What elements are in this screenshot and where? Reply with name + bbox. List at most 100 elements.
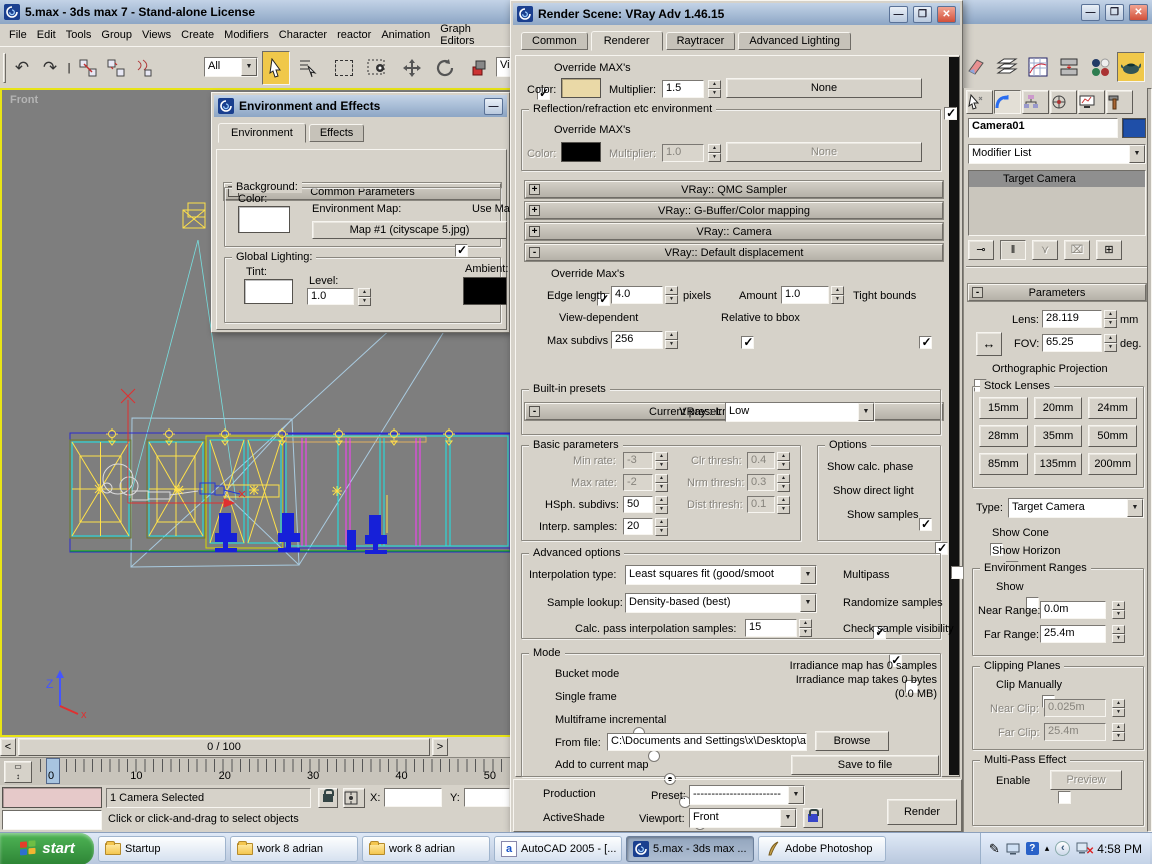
refl-multiplier-spinner[interactable]: ▲ ▼	[708, 144, 721, 162]
track-bar[interactable]: ▭ ↕ 0 10 20 30 40 50	[0, 757, 510, 785]
sample-lookup-dropdown[interactable]: Density-based (best) ▼	[625, 593, 817, 613]
stack-item-target-camera[interactable]: Target Camera	[969, 171, 1145, 187]
fov-direction-button[interactable]: ↔	[976, 332, 1002, 356]
tab-advanced-lighting[interactable]: Advanced Lighting	[738, 32, 851, 50]
multipass-enable-checkbox[interactable]	[1058, 791, 1072, 804]
window-crossing-icon[interactable]	[364, 53, 392, 83]
amount-spinner[interactable]: ▲ ▼	[831, 286, 844, 304]
tab-effects[interactable]: Effects	[308, 124, 365, 142]
prev-frame-button[interactable]: <	[0, 738, 16, 756]
mini-listener-white[interactable]	[2, 810, 102, 830]
tab-modify-icon[interactable]	[994, 90, 1021, 114]
absolute-mode-icon[interactable]	[343, 788, 365, 808]
skylight-color-swatch[interactable]	[561, 78, 601, 98]
parameters-rollout[interactable]: - Parameters	[968, 284, 1146, 301]
start-button[interactable]: start	[0, 832, 94, 864]
tray-help-icon[interactable]: ?	[1025, 842, 1039, 855]
current-preset-dropdown[interactable]: Low ▼	[725, 402, 875, 422]
task-photoshop[interactable]: Adobe Photoshop	[758, 835, 886, 862]
tab-environment[interactable]: Environment	[218, 123, 306, 143]
stock-lens-button[interactable]: 28mm	[979, 425, 1028, 447]
save-to-file-button[interactable]: Save to file	[791, 755, 939, 775]
tab-utilities-icon[interactable]	[1106, 90, 1133, 114]
tab-hierarchy-icon[interactable]	[1022, 90, 1049, 114]
nrm-thresh-field[interactable]: 0.3	[747, 474, 775, 491]
render-scene-icon[interactable]	[1117, 52, 1145, 82]
curve-editor-icon[interactable]	[1024, 52, 1052, 82]
relative-bbox-checkbox[interactable]	[919, 335, 933, 349]
interp-samples-field[interactable]: 20	[623, 518, 653, 535]
show-end-result-icon[interactable]: ‖	[1000, 240, 1026, 260]
render-button[interactable]: Render	[887, 799, 957, 825]
select-and-rotate-icon[interactable]	[432, 53, 460, 83]
make-unique-icon[interactable]: ⋎	[1032, 240, 1058, 260]
from-file-path-field[interactable]: C:\Documents and Settings\x\Desktop\adri…	[607, 733, 807, 751]
selection-filter-dropdown[interactable]: All ▼	[204, 57, 258, 77]
stock-lens-button[interactable]: 24mm	[1088, 397, 1137, 419]
tray-network-error-icon[interactable]: ✕	[1076, 842, 1094, 857]
menu-item[interactable]: Create	[176, 27, 219, 43]
rollout-header[interactable]: + VRay:: QMC Sampler	[525, 181, 943, 198]
close-button[interactable]: ✕	[1129, 3, 1148, 21]
tab-create-icon[interactable]	[966, 90, 993, 114]
rollout-header[interactable]: + VRay:: G-Buffer/Color mapping	[525, 202, 943, 219]
close-button[interactable]: ✕	[937, 5, 956, 23]
x-coordinate-field[interactable]	[384, 788, 442, 807]
far-range-field[interactable]: 25.4m	[1040, 625, 1106, 643]
minimize-button[interactable]: —	[889, 5, 908, 23]
task-3dsmax[interactable]: 5.max - 3ds max ...	[626, 835, 754, 862]
tab-renderer[interactable]: Renderer	[590, 31, 663, 51]
stock-lens-button[interactable]: 200mm	[1088, 453, 1137, 475]
clr-thresh-field[interactable]: 0.4	[747, 452, 775, 469]
tray-clock[interactable]: 4:58 PM	[1097, 842, 1142, 856]
task-startup[interactable]: Startup	[98, 835, 226, 862]
tab-raytracer[interactable]: Raytracer	[665, 32, 736, 50]
menu-item[interactable]: reactor	[332, 27, 376, 43]
rect-selection-region-icon[interactable]	[330, 53, 358, 83]
render-dialog-scrollbar[interactable]	[949, 57, 959, 775]
camera-type-dropdown[interactable]: Target Camera ▼	[1008, 498, 1144, 518]
edge-length-field[interactable]: 4.0	[611, 286, 663, 304]
stock-lens-button[interactable]: 20mm	[1033, 397, 1083, 419]
task-work8-adrian-2[interactable]: work 8 adrian	[362, 835, 490, 862]
multiplier-spinner[interactable]: ▲ ▼	[708, 80, 721, 98]
menu-item[interactable]: File	[4, 27, 32, 43]
restore-button[interactable]: ❐	[1105, 3, 1124, 21]
tray-display-icon[interactable]	[1006, 843, 1020, 855]
menu-item[interactable]: Animation	[376, 27, 435, 43]
calc-pass-field[interactable]: 15	[745, 619, 797, 637]
mirror-icon[interactable]	[962, 52, 990, 82]
viewport-lock-icon[interactable]	[803, 808, 823, 828]
layers-icon[interactable]	[993, 52, 1021, 82]
modifier-list-dropdown[interactable]: Modifier List ▼	[968, 144, 1146, 164]
tab-common[interactable]: Common	[521, 32, 588, 50]
level-spinner[interactable]: ▲ ▼	[358, 288, 371, 306]
y-coordinate-field[interactable]	[464, 788, 510, 807]
minimize-button[interactable]: —	[1081, 3, 1100, 21]
show-calc-phase-checkbox[interactable]	[919, 517, 932, 531]
refl-color-swatch[interactable]	[561, 142, 601, 162]
menu-item[interactable]: Character	[274, 27, 332, 43]
tray-pen-icon[interactable]: ✎	[989, 841, 1000, 857]
remove-modifier-icon[interactable]: ⌧	[1064, 240, 1090, 260]
tray-hidden-icons-chevron[interactable]: ‹	[1055, 841, 1071, 856]
schematic-view-icon[interactable]	[1055, 52, 1083, 82]
stock-lens-button[interactable]: 85mm	[979, 453, 1028, 475]
select-by-name-icon[interactable]	[294, 53, 322, 83]
preview-button[interactable]: Preview	[1050, 770, 1122, 790]
stock-lens-button[interactable]: 50mm	[1088, 425, 1137, 447]
view-dependent-checkbox[interactable]	[741, 335, 755, 349]
max-rate-field[interactable]: -2	[623, 474, 653, 491]
interpolation-type-dropdown[interactable]: Least squares fit (good/smoot ▼	[625, 565, 817, 585]
background-color-swatch[interactable]	[238, 206, 290, 233]
tab-motion-icon[interactable]	[1050, 90, 1077, 114]
redo-icon[interactable]: ↷	[36, 52, 64, 83]
near-clip-field[interactable]: 0.025m	[1044, 699, 1106, 717]
refl-multiplier-field[interactable]: 1.0	[662, 144, 704, 162]
mini-listener-pink[interactable]	[2, 787, 102, 808]
menu-item[interactable]: Edit	[32, 27, 61, 43]
toolbar-handle[interactable]	[0, 52, 8, 83]
unlink-icon[interactable]	[102, 52, 130, 83]
next-frame-button[interactable]: >	[432, 738, 448, 756]
object-name-field[interactable]: Camera01	[968, 118, 1118, 138]
